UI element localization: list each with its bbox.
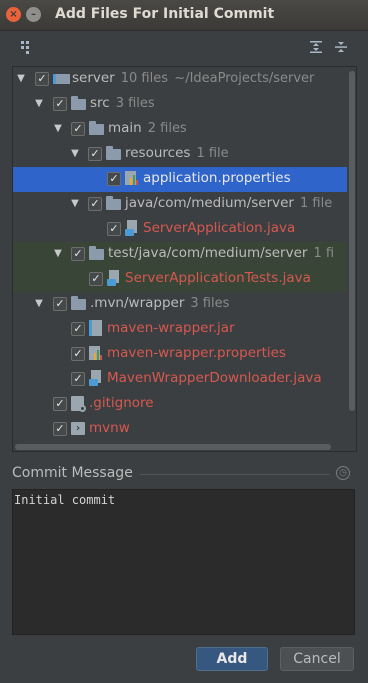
changes-tree[interactable]: ▼ ✓ server 10 files ~/IdeaProjects/server… bbox=[12, 66, 357, 452]
checkbox[interactable]: ✓ bbox=[71, 122, 85, 136]
checkbox[interactable]: ✓ bbox=[107, 222, 121, 236]
expand-arrow-icon[interactable]: ▼ bbox=[69, 147, 81, 161]
title-bar: × – Add Files For Initial Commit bbox=[0, 0, 368, 31]
tree-row-server[interactable]: ▼ ✓ server 10 files ~/IdeaProjects/server bbox=[13, 67, 347, 92]
tree-item-label: main 2 files bbox=[108, 120, 187, 136]
properties-file-icon bbox=[89, 346, 102, 361]
commit-message-label: Commit Message bbox=[12, 465, 133, 481]
checkbox[interactable]: ✓ bbox=[71, 322, 85, 336]
collapse-all-icon[interactable] bbox=[331, 40, 351, 60]
vertical-scrollbar[interactable] bbox=[348, 67, 356, 451]
tree-item-label: maven-wrapper.properties bbox=[107, 345, 286, 361]
java-file-icon bbox=[125, 220, 139, 236]
expand-arrow-icon[interactable]: ▼ bbox=[15, 72, 27, 86]
tree-row-server-application-tests[interactable]: ✓ ServerApplicationTests.java bbox=[13, 267, 347, 292]
tree-row-maven-wrapper-jar[interactable]: ✓ maven-wrapper.jar bbox=[13, 317, 347, 342]
expand-arrow-icon[interactable]: ▼ bbox=[52, 247, 64, 261]
tree-row-maven-wrapper-properties[interactable]: ✓ maven-wrapper.properties bbox=[13, 342, 347, 367]
checkbox[interactable]: ✓ bbox=[107, 172, 121, 186]
expand-arrow-icon[interactable]: ▼ bbox=[33, 297, 45, 311]
tree-item-label: application.properties bbox=[143, 170, 291, 186]
tree-row-server-application[interactable]: ✓ ServerApplication.java bbox=[13, 217, 347, 242]
cancel-button[interactable]: Cancel bbox=[280, 647, 354, 671]
close-window-button[interactable]: × bbox=[6, 7, 21, 22]
tree-item-label: src 3 files bbox=[90, 95, 155, 111]
jar-file-icon bbox=[89, 320, 102, 336]
group-by-icon[interactable] bbox=[16, 40, 36, 60]
history-icon[interactable]: ◷ bbox=[336, 466, 350, 480]
tree-item-label: resources 1 file bbox=[125, 145, 229, 161]
properties-file-icon bbox=[125, 171, 138, 186]
folder-icon bbox=[106, 196, 121, 210]
tree-row-java-package[interactable]: ▼ ✓ java/com/medium/server 1 file bbox=[13, 192, 347, 217]
tree-item-label: .mvn/wrapper 3 files bbox=[90, 295, 230, 311]
tree-item-label: ServerApplication.java bbox=[143, 220, 296, 236]
shell-script-icon: › bbox=[71, 422, 85, 435]
folder-icon bbox=[106, 146, 121, 160]
tree-row-src[interactable]: ▼ ✓ src 3 files bbox=[13, 92, 347, 117]
divider bbox=[140, 474, 330, 475]
tree-item-label: ServerApplicationTests.java bbox=[125, 270, 311, 286]
tree-item-label: mvnw bbox=[89, 420, 130, 436]
tree-row-maven-wrapper-downloader[interactable]: ✓ MavenWrapperDownloader.java bbox=[13, 367, 347, 392]
tree-item-label: test/java/com/medium/server 1 fi bbox=[108, 245, 335, 261]
folder-icon bbox=[89, 246, 104, 260]
tree-row-application-properties[interactable]: ✓ application.properties bbox=[13, 167, 347, 192]
add-button[interactable]: Add bbox=[196, 647, 268, 671]
toolbar bbox=[0, 40, 368, 62]
tree-item-label: MavenWrapperDownloader.java bbox=[107, 370, 322, 386]
checkbox[interactable]: ✓ bbox=[71, 247, 85, 261]
dialog-title: Add Files For Initial Commit bbox=[55, 6, 275, 22]
folder-icon bbox=[71, 296, 86, 310]
expand-arrow-icon[interactable]: ▼ bbox=[33, 97, 45, 111]
java-file-icon bbox=[107, 270, 121, 286]
tree-row-gitignore[interactable]: ✓ .gitignore bbox=[13, 392, 347, 417]
expand-all-icon[interactable] bbox=[306, 40, 326, 60]
checkbox[interactable]: ✓ bbox=[53, 422, 67, 436]
tree-item-label: server 10 files ~/IdeaProjects/server bbox=[72, 70, 315, 86]
checkbox[interactable]: ✓ bbox=[53, 397, 67, 411]
folder-icon bbox=[71, 96, 86, 110]
checkbox[interactable]: ✓ bbox=[71, 372, 85, 386]
tree-row-mvn-wrapper[interactable]: ▼ ✓ .mvn/wrapper 3 files bbox=[13, 292, 347, 317]
java-file-icon bbox=[89, 370, 103, 386]
tree-row-main[interactable]: ▼ ✓ main 2 files bbox=[13, 117, 347, 142]
tree-row-mvnw[interactable]: ✓ › mvnw bbox=[13, 417, 347, 442]
expand-arrow-icon[interactable]: ▼ bbox=[69, 197, 81, 211]
checkbox[interactable]: ✓ bbox=[53, 297, 67, 311]
module-icon bbox=[53, 74, 70, 84]
minimize-window-button[interactable]: – bbox=[26, 7, 41, 22]
tree-row-resources[interactable]: ▼ ✓ resources 1 file bbox=[13, 142, 347, 167]
tree-item-label: java/com/medium/server 1 file bbox=[125, 195, 333, 211]
checkbox[interactable]: ✓ bbox=[88, 197, 102, 211]
horizontal-scrollbar[interactable] bbox=[13, 443, 347, 451]
checkbox[interactable]: ✓ bbox=[71, 347, 85, 361]
tree-row-test-package[interactable]: ▼ ✓ test/java/com/medium/server 1 fi bbox=[13, 242, 347, 267]
folder-icon bbox=[89, 121, 104, 135]
checkbox[interactable]: ✓ bbox=[88, 147, 102, 161]
tree-item-label: .gitignore bbox=[89, 395, 154, 411]
gitignore-file-icon bbox=[71, 396, 86, 412]
commit-message-input[interactable]: Initial commit bbox=[12, 489, 355, 635]
scrollbar-thumb[interactable] bbox=[349, 71, 355, 411]
tree-item-label: maven-wrapper.jar bbox=[107, 320, 235, 336]
checkbox[interactable]: ✓ bbox=[53, 97, 67, 111]
scrollbar-thumb[interactable] bbox=[15, 444, 331, 450]
checkbox[interactable]: ✓ bbox=[89, 272, 103, 286]
checkbox[interactable]: ✓ bbox=[35, 72, 49, 86]
expand-arrow-icon[interactable]: ▼ bbox=[52, 122, 64, 136]
